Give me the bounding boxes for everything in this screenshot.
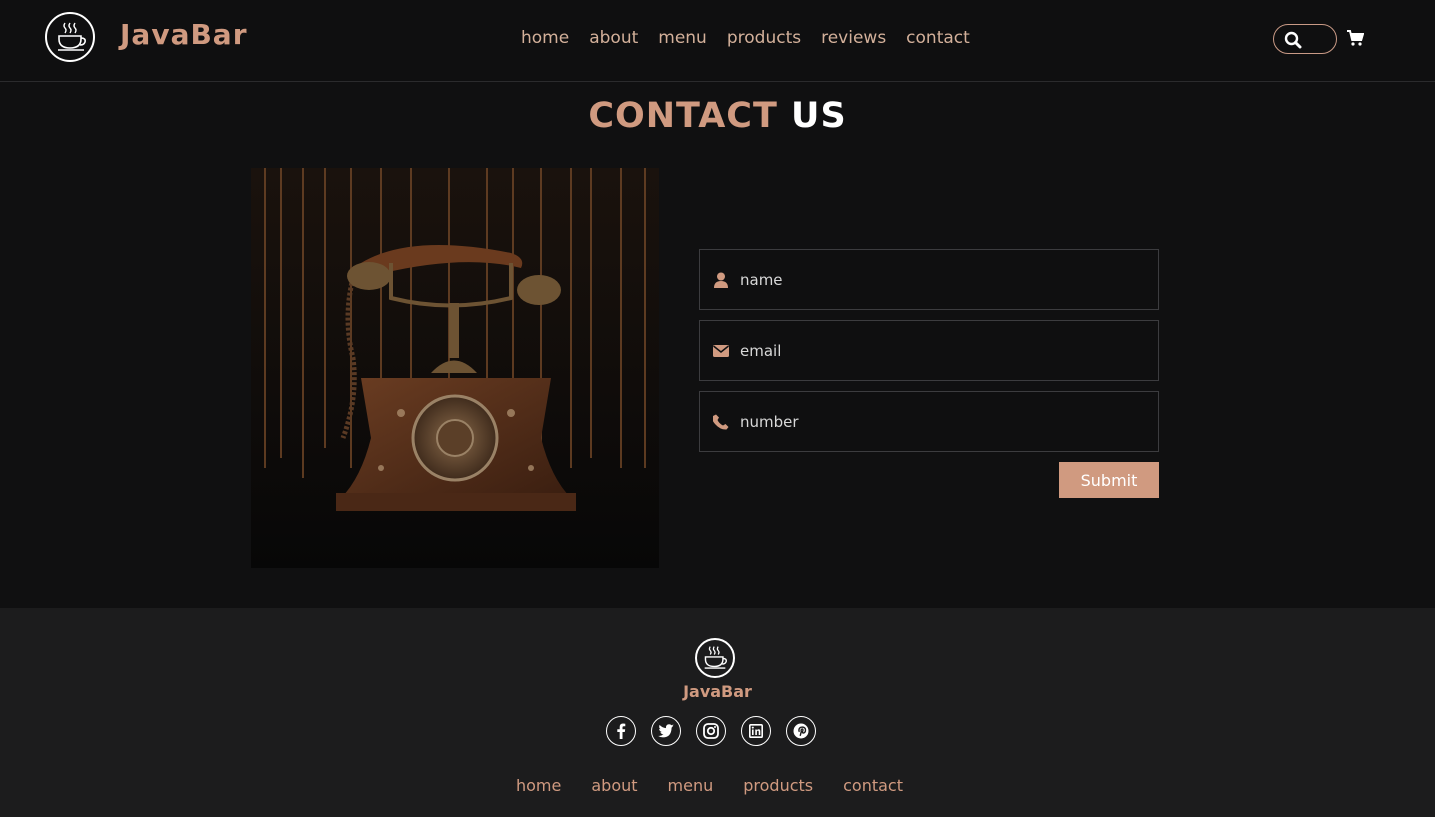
main-nav: home about menu products reviews contact — [521, 28, 970, 48]
twitter-icon[interactable] — [651, 716, 681, 746]
cart-icon[interactable] — [1346, 29, 1364, 47]
search-button[interactable] — [1273, 24, 1337, 54]
linkedin-icon[interactable] — [741, 716, 771, 746]
footer-nav-menu[interactable]: menu — [668, 776, 714, 795]
footer-nav-home[interactable]: home — [516, 776, 561, 795]
facebook-icon[interactable] — [606, 716, 636, 746]
social-links — [606, 716, 816, 746]
footer-nav: home about menu products contact — [516, 776, 903, 795]
name-field[interactable] — [699, 249, 1159, 310]
nav-contact[interactable]: contact — [906, 28, 970, 48]
title-accent: CONTACT — [588, 96, 778, 136]
email-input[interactable] — [740, 341, 1120, 360]
logo-coffee-icon[interactable] — [45, 12, 95, 62]
footer-logo-coffee-icon[interactable] — [695, 638, 735, 678]
vintage-telephone-image — [251, 168, 659, 568]
site-footer: JavaBar home about menu products contact — [0, 608, 1435, 817]
pinterest-icon[interactable] — [786, 716, 816, 746]
site-header: JavaBar home about menu products reviews… — [0, 0, 1435, 82]
name-input[interactable] — [740, 270, 1120, 289]
title-rest: US — [791, 96, 847, 136]
phone-icon — [712, 414, 730, 430]
number-field[interactable] — [699, 391, 1159, 452]
footer-nav-products[interactable]: products — [743, 776, 813, 795]
footer-nav-about[interactable]: about — [591, 776, 637, 795]
instagram-icon[interactable] — [696, 716, 726, 746]
brand-name[interactable]: JavaBar — [120, 18, 248, 51]
nav-products[interactable]: products — [727, 28, 801, 48]
email-field[interactable] — [699, 320, 1159, 381]
user-icon — [712, 272, 730, 288]
footer-nav-contact[interactable]: contact — [843, 776, 903, 795]
search-icon — [1284, 31, 1302, 49]
section-title: CONTACT US — [0, 96, 1435, 136]
submit-button[interactable]: Submit — [1059, 462, 1159, 498]
nav-home[interactable]: home — [521, 28, 569, 48]
nav-about[interactable]: about — [589, 28, 638, 48]
envelope-icon — [712, 343, 730, 359]
footer-brand: JavaBar — [683, 682, 752, 701]
nav-reviews[interactable]: reviews — [821, 28, 886, 48]
nav-menu[interactable]: menu — [658, 28, 707, 48]
number-input[interactable] — [740, 412, 1120, 431]
